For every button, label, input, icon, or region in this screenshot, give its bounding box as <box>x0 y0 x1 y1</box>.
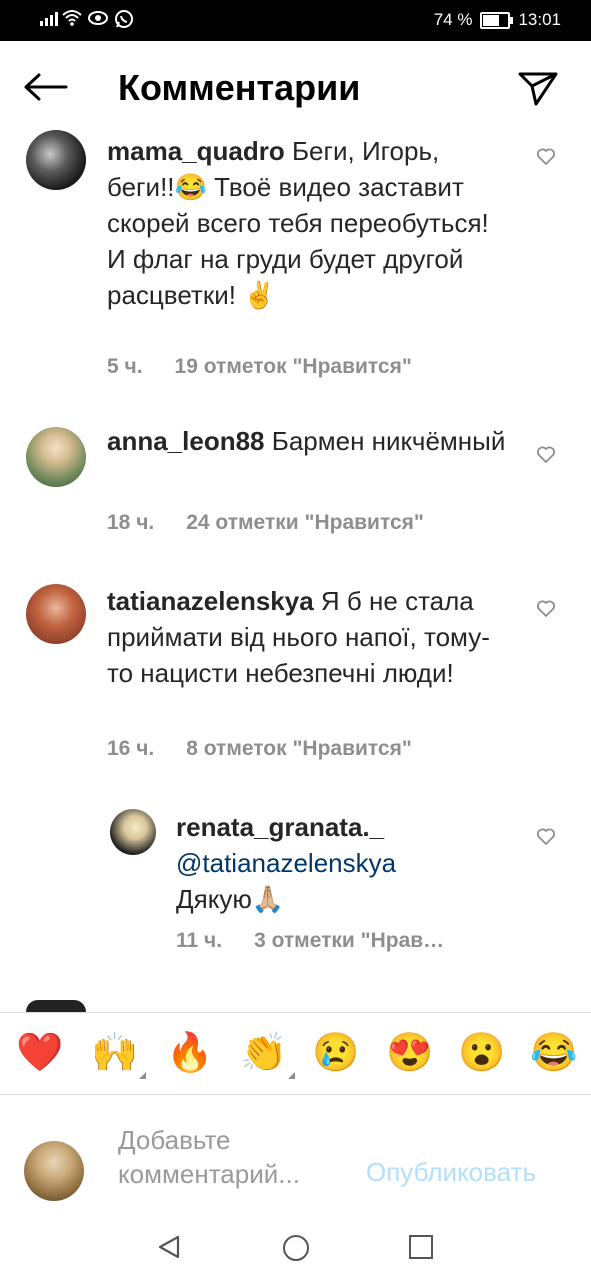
header: Комментарии <box>0 41 591 133</box>
signal-icon <box>40 12 58 26</box>
comment-likes[interactable]: 19 отметок "Нравится" <box>175 355 412 378</box>
comment-composer: Добавьте комментарий... Опубликовать <box>0 1094 591 1213</box>
emoji-fire[interactable]: 🔥 <box>166 1031 213 1075</box>
nav-home-icon[interactable] <box>283 1235 309 1261</box>
emoji-raised-hands[interactable]: 🙌 <box>91 1031 147 1079</box>
comment-username[interactable]: renata_granata._ <box>176 809 476 845</box>
comment-input[interactable]: Добавьте комментарий... <box>118 1123 358 1191</box>
comment-username[interactable]: anna_leon88 <box>107 426 265 456</box>
battery-percent: 74 % <box>433 10 473 29</box>
comment-text: Бармен никчёмный <box>271 426 506 456</box>
system-nav-bar <box>0 1212 591 1280</box>
comment-likes[interactable]: 24 отметки "Нравится" <box>186 511 424 534</box>
avatar <box>24 1141 84 1201</box>
comment-time: 18 ч. <box>107 511 155 534</box>
whatsapp-icon <box>114 9 134 34</box>
comment-username[interactable]: mama_quadro <box>107 136 285 166</box>
avatar[interactable] <box>26 1000 86 1012</box>
emoji-cry[interactable]: 😢 <box>312 1031 359 1075</box>
emoji-surprised[interactable]: 😮 <box>458 1031 505 1075</box>
comment-mention[interactable]: @tatianazelenskya <box>176 845 476 881</box>
page-title: Комментарии <box>118 67 361 108</box>
comment-likes[interactable]: 8 отметок "Нравится" <box>186 737 412 760</box>
status-bar: 74 % 13:01 <box>0 0 591 41</box>
eye-icon <box>88 9 108 34</box>
comment-time: 11 ч. <box>176 929 223 952</box>
emoji-tears-of-joy[interactable]: 😂 <box>530 1031 577 1075</box>
avatar[interactable] <box>26 584 86 644</box>
comment-likes[interactable]: 3 отметки "Нрав… <box>254 929 444 952</box>
arrow-left-icon[interactable] <box>22 71 68 103</box>
comment-time: 16 ч. <box>107 737 155 760</box>
emoji-heart-eyes[interactable]: 😍 <box>386 1031 433 1075</box>
emoji-heart[interactable]: ❤️ <box>16 1031 63 1075</box>
emoji-quick-bar: ❤️ 🙌 🔥 👏 😢 😍 😮 😂 <box>0 1012 591 1095</box>
avatar[interactable] <box>110 809 156 855</box>
heart-icon[interactable] <box>536 599 556 619</box>
avatar[interactable] <box>26 427 86 487</box>
emoji-clap[interactable]: 👏 <box>240 1031 296 1079</box>
nav-back-icon[interactable] <box>156 1234 182 1265</box>
heart-icon[interactable] <box>536 445 556 465</box>
avatar[interactable] <box>26 130 86 190</box>
comment-username[interactable]: tatianazelenskya <box>107 586 314 616</box>
comment-time: 5 ч. <box>107 355 143 378</box>
comment-text: Дякую🙏🏼 <box>176 884 285 914</box>
battery-icon <box>480 11 514 29</box>
heart-icon[interactable] <box>536 147 556 167</box>
publish-button[interactable]: Опубликовать <box>366 1157 536 1188</box>
heart-icon[interactable] <box>536 827 556 847</box>
clock: 13:01 <box>518 10 561 29</box>
paper-plane-icon[interactable] <box>516 68 560 108</box>
wifi-icon <box>62 9 82 34</box>
nav-recent-apps-icon[interactable] <box>409 1235 433 1259</box>
